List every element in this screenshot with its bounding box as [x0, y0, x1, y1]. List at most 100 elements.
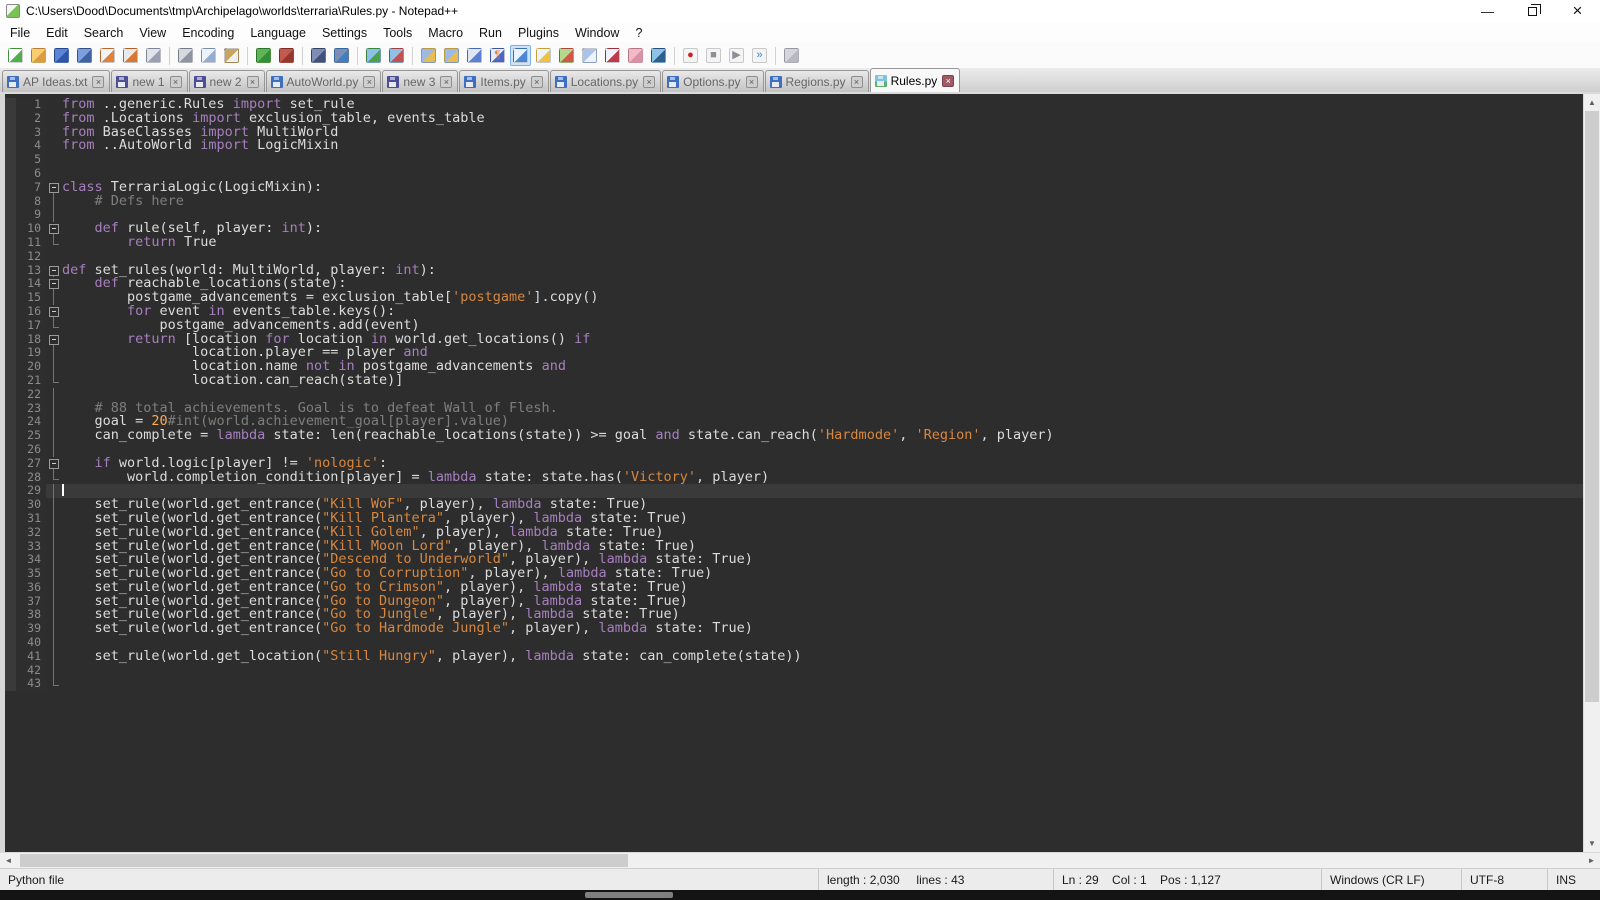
tab-close-icon[interactable]: × [440, 76, 452, 88]
tab-close-icon[interactable]: × [92, 76, 104, 88]
document-list-icon[interactable] [579, 45, 600, 66]
word-wrap-icon[interactable] [464, 45, 485, 66]
find-icon[interactable] [308, 45, 329, 66]
fold-margin [46, 167, 62, 181]
redo-icon-glyph [279, 48, 294, 63]
open-file-icon[interactable] [28, 45, 49, 66]
fold-toggle-icon[interactable] [46, 222, 62, 236]
save-icon[interactable] [51, 45, 72, 66]
save-all-icon[interactable] [74, 45, 95, 66]
horizontal-scrollbar-thumb[interactable] [20, 854, 628, 867]
menu-item-settings[interactable]: Settings [314, 24, 375, 42]
zoom-out-icon[interactable] [386, 45, 407, 66]
document-map-icon[interactable] [556, 45, 577, 66]
tab-options-py[interactable]: Options.py× [662, 70, 763, 92]
menu-item-language[interactable]: Language [242, 24, 314, 42]
show-indent-guide-icon[interactable] [510, 45, 531, 66]
sync-vertical-scroll-icon[interactable] [418, 45, 439, 66]
tab-close-icon[interactable]: × [170, 76, 182, 88]
fold-toggle-icon[interactable] [46, 277, 62, 291]
folder-as-workspace-icon[interactable] [625, 45, 646, 66]
tab-autoworld-py[interactable]: AutoWorld.py× [266, 70, 382, 92]
cut-icon[interactable] [175, 45, 196, 66]
menu-item-edit[interactable]: Edit [38, 24, 76, 42]
menu-item-file[interactable]: File [2, 24, 38, 42]
code-token: , player) [981, 427, 1054, 443]
code-text: from ..AutoWorld import LogicMixin [62, 139, 1583, 153]
tab-close-icon[interactable]: × [363, 76, 375, 88]
monitoring-icon-glyph [651, 48, 666, 63]
undo-icon[interactable] [253, 45, 274, 66]
menu-item-macro[interactable]: Macro [420, 24, 471, 42]
new-file-icon-glyph [8, 48, 23, 63]
scroll-up-arrow-icon[interactable]: ▲ [1584, 94, 1600, 111]
close-button[interactable]: × [1555, 0, 1600, 22]
menu-item-view[interactable]: View [131, 24, 174, 42]
restore-button[interactable] [1510, 0, 1555, 22]
tab-rules-py[interactable]: Rules.py× [870, 68, 961, 92]
tab-new-2[interactable]: new 2× [189, 70, 265, 92]
code-editor[interactable]: 1from ..generic.Rules import set_rule2fr… [5, 94, 1583, 852]
line-number: 29 [16, 484, 46, 498]
bookmark-margin [5, 457, 16, 471]
tab-close-icon[interactable]: × [942, 75, 954, 87]
paste-icon[interactable] [221, 45, 242, 66]
tab-close-icon[interactable]: × [851, 76, 863, 88]
new-file-icon[interactable] [5, 45, 26, 66]
scroll-right-arrow-icon[interactable]: ► [1583, 856, 1600, 865]
tab-new-3[interactable]: new 3× [382, 70, 458, 92]
tab-regions-py[interactable]: Regions.py× [765, 70, 869, 92]
close-icon[interactable] [97, 45, 118, 66]
menu-item-search[interactable]: Search [76, 24, 132, 42]
folder-as-workspace-icon-glyph [628, 48, 643, 63]
print-icon[interactable] [143, 45, 164, 66]
doc-switcher-icon[interactable] [533, 45, 554, 66]
tab-close-icon[interactable]: × [247, 76, 259, 88]
code-line: 10 def rule(self, player: int): [5, 222, 1583, 236]
menu-item-window[interactable]: Window [567, 24, 627, 42]
fold-toggle-icon[interactable] [46, 264, 62, 278]
sync-horizontal-scroll-icon[interactable] [441, 45, 462, 66]
macro-record-icon[interactable]: ● [680, 45, 701, 66]
tab-items-py[interactable]: Items.py× [459, 70, 548, 92]
macro-play-icon[interactable]: ▶ [726, 45, 747, 66]
copy-icon[interactable] [198, 45, 219, 66]
tab-new-1[interactable]: new 1× [111, 70, 187, 92]
cut-icon-glyph [178, 48, 193, 63]
macro-save-icon[interactable] [781, 45, 802, 66]
vertical-scrollbar-thumb[interactable] [1585, 111, 1599, 702]
menu-item-[interactable]: ? [627, 24, 650, 42]
menu-item-run[interactable]: Run [471, 24, 510, 42]
replace-icon-glyph [334, 48, 349, 63]
tab-close-icon[interactable]: × [746, 76, 758, 88]
fold-margin [46, 139, 62, 153]
scroll-down-arrow-icon[interactable]: ▼ [1584, 835, 1600, 852]
fold-toggle-icon[interactable] [46, 457, 62, 471]
minimize-button[interactable]: — [1465, 0, 1510, 22]
restore-icon [1528, 7, 1537, 16]
macro-run-multiple-icon[interactable]: » [749, 45, 770, 66]
code-text: class TerrariaLogic(LogicMixin): [62, 181, 1583, 195]
scroll-left-arrow-icon[interactable]: ◄ [0, 856, 17, 865]
close-all-icon[interactable] [120, 45, 141, 66]
menu-item-tools[interactable]: Tools [375, 24, 420, 42]
fold-toggle-icon[interactable] [46, 181, 62, 195]
menu-item-encoding[interactable]: Encoding [174, 24, 242, 42]
tab-locations-py[interactable]: Locations.py× [550, 70, 661, 92]
tab-ap-ideas-txt[interactable]: AP Ideas.txt× [2, 70, 110, 92]
redo-icon[interactable] [276, 45, 297, 66]
show-all-characters-icon[interactable]: ¶ [487, 45, 508, 66]
horizontal-scrollbar[interactable]: ◄ ► [0, 852, 1600, 868]
zoom-in-icon[interactable] [363, 45, 384, 66]
vertical-scrollbar[interactable]: ▲ ▼ [1583, 94, 1600, 852]
tab-close-icon[interactable]: × [643, 76, 655, 88]
replace-icon[interactable] [331, 45, 352, 66]
macro-stop-icon[interactable]: ■ [703, 45, 724, 66]
monitoring-icon[interactable] [648, 45, 669, 66]
tab-close-icon[interactable]: × [531, 76, 543, 88]
fold-toggle-icon[interactable] [46, 333, 62, 347]
function-list-icon[interactable] [602, 45, 623, 66]
fold-margin [46, 677, 62, 691]
menu-item-plugins[interactable]: Plugins [510, 24, 567, 42]
fold-toggle-icon[interactable] [46, 305, 62, 319]
